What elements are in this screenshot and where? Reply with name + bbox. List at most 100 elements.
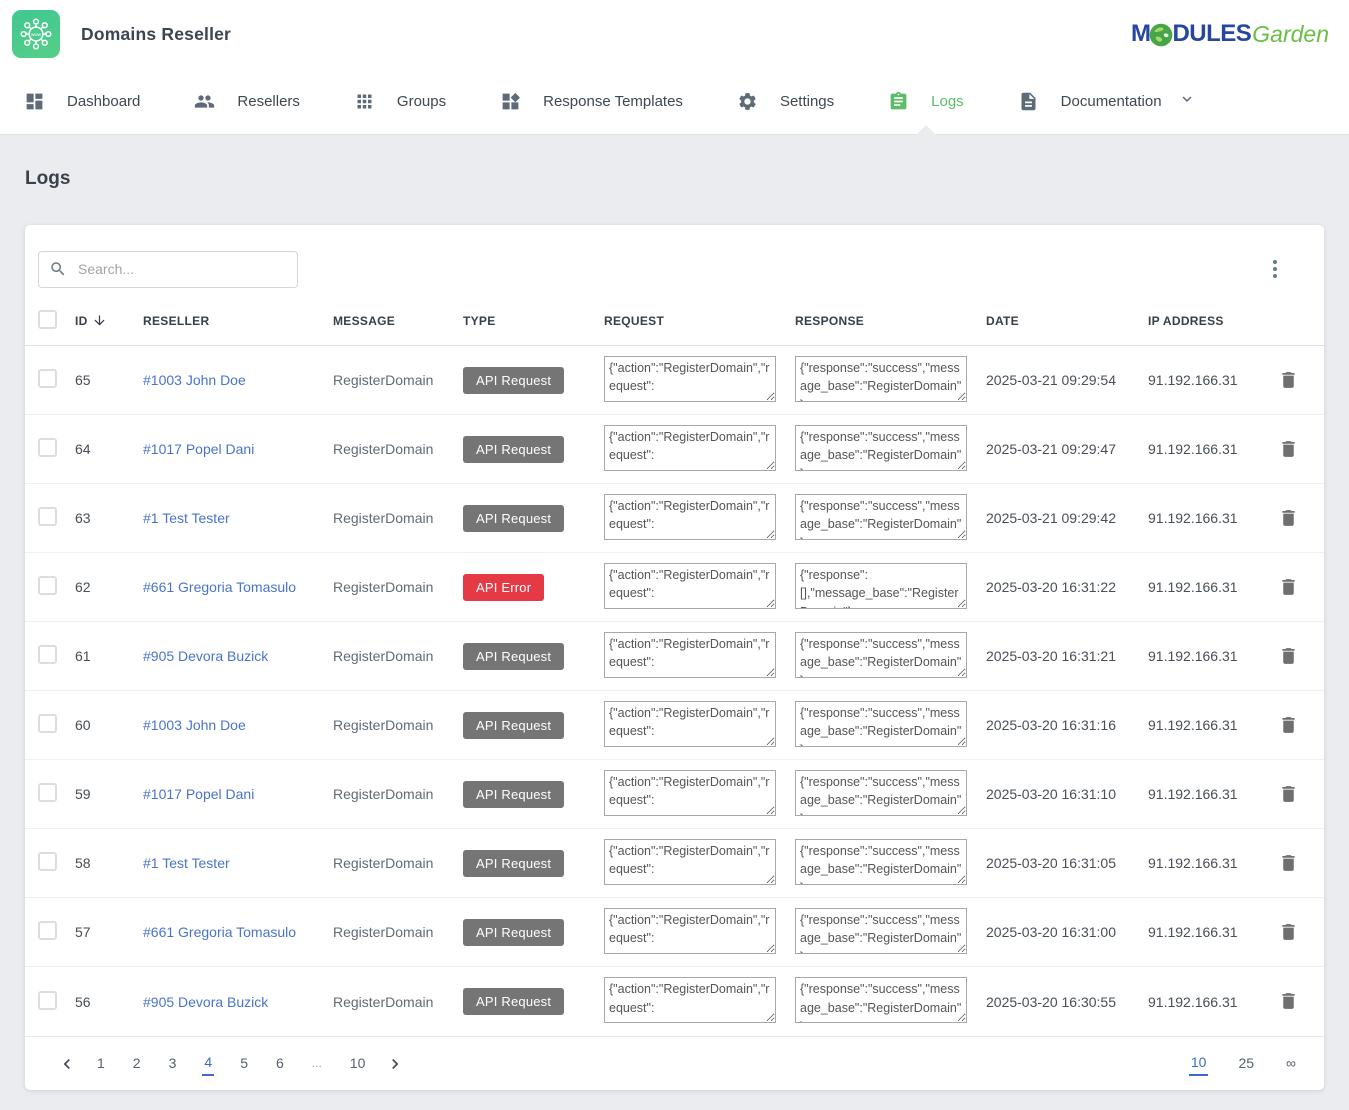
column-header-request[interactable]: REQUEST — [604, 314, 795, 328]
delete-icon[interactable] — [1276, 367, 1301, 393]
page-button[interactable]: 4 — [202, 1051, 214, 1076]
column-header-date[interactable]: DATE — [986, 314, 1148, 328]
page-button[interactable]: 1 — [95, 1052, 107, 1075]
column-header-type[interactable]: TYPE — [463, 314, 604, 328]
sort-desc-icon[interactable] — [92, 313, 107, 328]
nav-item-dashboard[interactable]: Dashboard — [12, 68, 152, 134]
row-checkbox[interactable] — [38, 438, 57, 457]
reseller-link[interactable]: #1 Test Tester — [143, 510, 230, 526]
response-textarea[interactable] — [795, 632, 967, 678]
row-checkbox[interactable] — [38, 369, 57, 388]
page-button[interactable]: 6 — [274, 1052, 286, 1075]
response-textarea[interactable] — [795, 908, 967, 954]
row-checkbox[interactable] — [38, 991, 57, 1010]
page-content: Logs ID RESELLER MESSAGE TYPE REQUEST RE… — [0, 135, 1349, 1090]
search-icon — [49, 260, 67, 278]
response-textarea[interactable] — [795, 701, 967, 747]
brand-m: M — [1131, 22, 1151, 46]
page-app-title: Domains Reseller — [81, 24, 231, 45]
nav-item-settings[interactable]: Settings — [725, 68, 846, 134]
reseller-link[interactable]: #1017 Popel Dani — [143, 441, 254, 457]
reseller-link[interactable]: #905 Devora Buzick — [143, 648, 268, 664]
table-body: 65 #1003 John Doe RegisterDomain API Req… — [25, 346, 1324, 1036]
reseller-link[interactable]: #1 Test Tester — [143, 855, 230, 871]
select-all-checkbox[interactable] — [38, 310, 57, 329]
page-button[interactable]: 3 — [167, 1052, 179, 1075]
request-textarea[interactable] — [604, 632, 776, 678]
delete-icon[interactable] — [1276, 712, 1301, 738]
response-textarea[interactable] — [795, 425, 967, 471]
delete-icon[interactable] — [1276, 988, 1301, 1014]
request-textarea[interactable] — [604, 977, 776, 1023]
delete-icon[interactable] — [1276, 574, 1301, 600]
nav-item-resellers[interactable]: Resellers — [182, 68, 312, 134]
column-header-id[interactable]: ID — [75, 313, 143, 328]
table-menu-kebab-icon[interactable] — [1269, 256, 1281, 282]
reseller-link[interactable]: #1003 John Doe — [143, 372, 246, 388]
row-checkbox[interactable] — [38, 576, 57, 595]
delete-icon[interactable] — [1276, 505, 1301, 531]
request-textarea[interactable] — [604, 839, 776, 885]
log-id: 62 — [75, 579, 143, 595]
prev-page-button[interactable] — [57, 1054, 77, 1074]
request-textarea[interactable] — [604, 425, 776, 471]
type-badge: API Request — [463, 367, 564, 394]
response-textarea[interactable] — [795, 977, 967, 1023]
response-textarea[interactable] — [795, 356, 967, 402]
page-size-button[interactable]: 25 — [1236, 1052, 1256, 1075]
request-textarea[interactable] — [604, 908, 776, 954]
table-row: 59 #1017 Popel Dani RegisterDomain API R… — [25, 760, 1324, 829]
row-checkbox[interactable] — [38, 507, 57, 526]
row-checkbox[interactable] — [38, 645, 57, 664]
log-date: 2025-03-20 16:31:00 — [986, 924, 1148, 940]
log-date: 2025-03-20 16:31:10 — [986, 786, 1148, 802]
delete-icon[interactable] — [1276, 643, 1301, 669]
log-ip: 91.192.166.31 — [1148, 924, 1276, 940]
reseller-link[interactable]: #661 Gregoria Tomasulo — [143, 579, 296, 595]
table-row: 56 #905 Devora Buzick RegisterDomain API… — [25, 967, 1324, 1036]
response-templates-icon — [500, 91, 521, 112]
nav-item-groups[interactable]: Groups — [342, 68, 458, 134]
page-size-button[interactable]: 10 — [1189, 1051, 1209, 1076]
column-header-response[interactable]: RESPONSE — [795, 314, 986, 328]
next-page-button[interactable] — [385, 1054, 405, 1074]
page-button[interactable]: 5 — [238, 1052, 250, 1075]
reseller-link[interactable]: #661 Gregoria Tomasulo — [143, 924, 296, 940]
page-size-button[interactable]: ∞ — [1284, 1052, 1298, 1075]
main-nav: Dashboard Resellers Groups Response Temp… — [0, 68, 1349, 135]
log-ip: 91.192.166.31 — [1148, 441, 1276, 457]
request-textarea[interactable] — [604, 701, 776, 747]
request-textarea[interactable] — [604, 770, 776, 816]
type-badge: API Request — [463, 850, 564, 877]
page-button[interactable]: 10 — [348, 1052, 368, 1075]
log-message: RegisterDomain — [333, 786, 463, 802]
row-checkbox[interactable] — [38, 714, 57, 733]
response-textarea[interactable] — [795, 563, 967, 609]
column-header-reseller[interactable]: RESELLER — [143, 314, 333, 328]
row-checkbox[interactable] — [38, 783, 57, 802]
row-checkbox[interactable] — [38, 921, 57, 940]
column-header-ip[interactable]: IP ADDRESS — [1148, 314, 1276, 328]
row-checkbox[interactable] — [38, 852, 57, 871]
log-message: RegisterDomain — [333, 855, 463, 871]
delete-icon[interactable] — [1276, 436, 1301, 462]
search-input[interactable] — [76, 260, 287, 278]
reseller-link[interactable]: #1003 John Doe — [143, 717, 246, 733]
response-textarea[interactable] — [795, 770, 967, 816]
log-id: 60 — [75, 717, 143, 733]
nav-item-documentation[interactable]: Documentation — [1006, 68, 1208, 134]
column-header-message[interactable]: MESSAGE — [333, 314, 463, 328]
response-textarea[interactable] — [795, 494, 967, 540]
page-button[interactable]: 2 — [131, 1052, 143, 1075]
request-textarea[interactable] — [604, 494, 776, 540]
reseller-link[interactable]: #1017 Popel Dani — [143, 786, 254, 802]
delete-icon[interactable] — [1276, 850, 1301, 876]
nav-item-logs[interactable]: Logs — [876, 68, 976, 134]
response-textarea[interactable] — [795, 839, 967, 885]
delete-icon[interactable] — [1276, 919, 1301, 945]
nav-item-response-templates[interactable]: Response Templates — [488, 68, 695, 134]
delete-icon[interactable] — [1276, 781, 1301, 807]
request-textarea[interactable] — [604, 563, 776, 609]
request-textarea[interactable] — [604, 356, 776, 402]
reseller-link[interactable]: #905 Devora Buzick — [143, 994, 268, 1010]
